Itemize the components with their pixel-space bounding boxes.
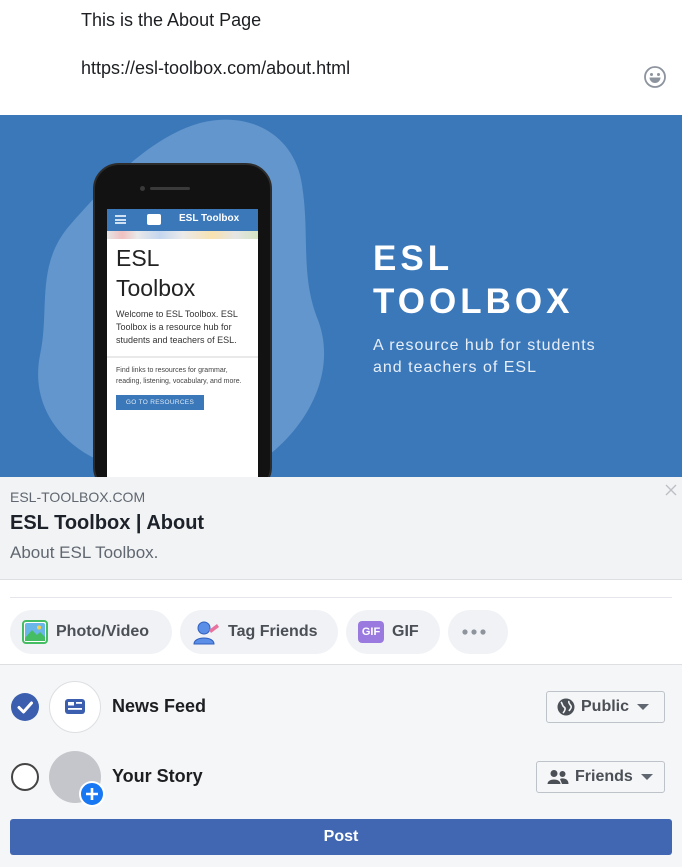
news-feed-avatar (49, 681, 101, 733)
phone-resources-button: GO TO RESOURCES (116, 395, 204, 410)
tag-friends-button[interactable]: Tag Friends (180, 610, 338, 654)
composer-url-line: https://esl-toolbox.com/about.html (81, 58, 351, 78)
gif-icon: GIF (358, 621, 384, 643)
banner-title: ESL TOOLBOX (373, 237, 573, 323)
phone-paragraph-2: Find links to resources for grammar, rea… (116, 367, 242, 385)
link-domain: ESL-TOOLBOX.COM (10, 489, 146, 505)
chevron-down-icon (637, 704, 650, 710)
divider (10, 597, 672, 598)
banner-subtitle: A resource hub for students and teachers… (373, 335, 596, 379)
news-feed-icon (65, 699, 85, 714)
news-feed-privacy-label: Public (581, 698, 630, 715)
your-story-privacy-label: Friends (575, 768, 633, 785)
ellipsis-icon (462, 629, 486, 635)
phone-paragraph: Welcome to ESL Toolbox. ESL Toolbox is a… (116, 309, 238, 345)
news-feed-privacy-dropdown[interactable]: Public (546, 691, 665, 723)
link-preview-info[interactable]: ESL-TOOLBOX.COM ESL Toolbox | About Abou… (0, 477, 682, 580)
phone-title: ESL Toolbox (107, 239, 258, 303)
composer-text-line: This is the About Page (81, 10, 262, 30)
checkmark-icon (17, 701, 33, 714)
phone-camera (140, 186, 145, 191)
gif-label: GIF (392, 623, 419, 640)
close-icon[interactable] (664, 483, 678, 497)
phone-nav-bar: ESL Toolbox (107, 209, 258, 231)
phone-title-line-2: Toolbox (116, 275, 196, 301)
banner-subtitle-line-1: A resource hub for students (373, 337, 596, 354)
phone-nav-brand: ESL Toolbox (179, 213, 240, 224)
phone-speaker (150, 187, 190, 190)
phone-image-strip (107, 231, 258, 239)
photo-video-button[interactable]: Photo/Video (10, 610, 172, 654)
post-button[interactable]: Post (10, 819, 672, 855)
gif-button[interactable]: GIF GIF (346, 610, 440, 654)
link-title: ESL Toolbox | About (10, 512, 205, 534)
logo-icon (147, 214, 161, 225)
hamburger-menu-icon (115, 215, 126, 224)
friends-icon (547, 770, 569, 784)
news-feed-checkbox[interactable] (11, 693, 39, 721)
add-story-icon[interactable] (79, 781, 105, 807)
smiley-face-icon[interactable] (644, 66, 666, 88)
banner-title-line-1: ESL (373, 239, 454, 278)
your-story-checkbox[interactable] (11, 763, 39, 791)
photo-video-label: Photo/Video (56, 623, 150, 640)
your-story-privacy-dropdown[interactable]: Friends (536, 761, 665, 793)
banner-title-line-2: TOOLBOX (373, 282, 574, 321)
tag-friends-icon (193, 621, 219, 645)
tag-friends-label: Tag Friends (228, 623, 318, 640)
link-preview-image[interactable]: ESL Toolbox ESL Toolbox Welcome to ESL T… (0, 115, 682, 477)
more-options-button[interactable] (448, 610, 508, 654)
composer-text-area[interactable]: This is the About Page https://esl-toolb… (0, 0, 682, 115)
link-description: About ESL Toolbox. (10, 543, 159, 562)
chevron-down-icon (640, 774, 653, 780)
your-story-label: Your Story (112, 766, 203, 786)
globe-icon (557, 698, 575, 716)
banner-subtitle-line-2: and teachers of ESL (373, 359, 537, 376)
news-feed-label: News Feed (112, 696, 207, 716)
phone-screen: ESL Toolbox ESL Toolbox Welcome to ESL T… (107, 209, 258, 477)
phone-mockup: ESL Toolbox ESL Toolbox Welcome to ESL T… (93, 163, 272, 477)
photo-icon (22, 620, 48, 644)
phone-title-line-1: ESL (116, 245, 160, 271)
